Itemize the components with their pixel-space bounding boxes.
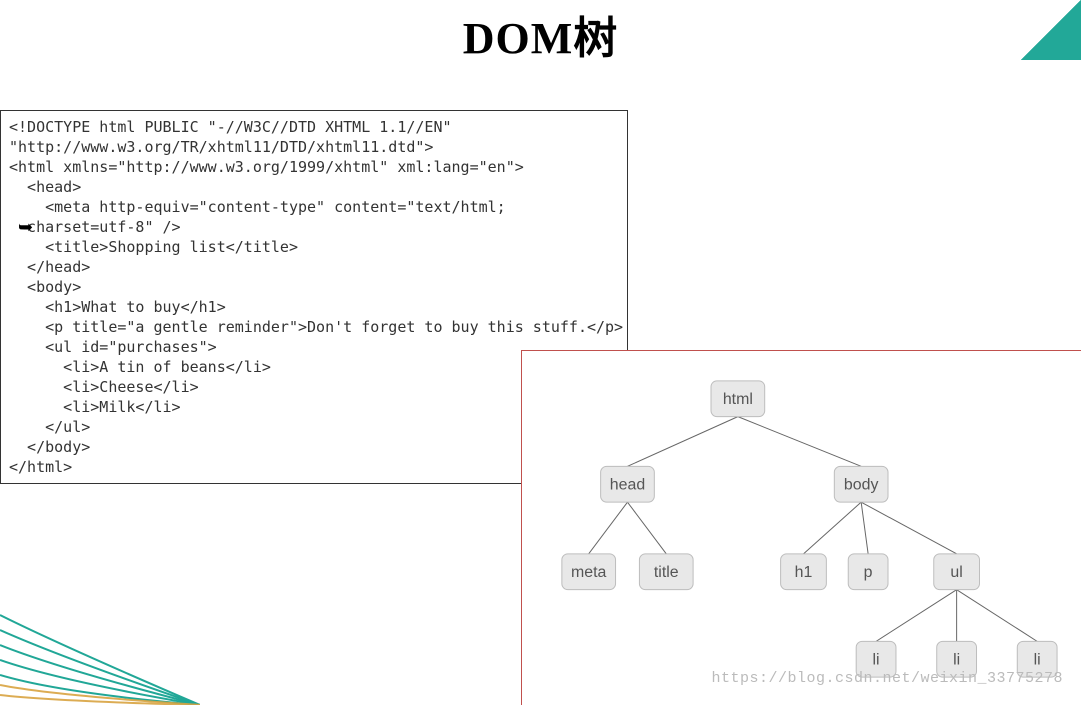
tree-node-meta: meta bbox=[562, 554, 616, 590]
svg-text:meta: meta bbox=[571, 564, 607, 581]
tree-node-html: html bbox=[711, 381, 765, 417]
slide-title-area: DOM树 bbox=[0, 0, 1081, 66]
svg-text:body: body bbox=[844, 476, 879, 493]
decoration-top-right bbox=[1021, 0, 1081, 60]
svg-text:head: head bbox=[610, 476, 645, 493]
tree-node-p: p bbox=[848, 554, 888, 590]
tree-node-body: body bbox=[834, 466, 888, 502]
dom-tree-diagram: html head body meta title h1 p ul li li li bbox=[521, 350, 1081, 705]
svg-text:ul: ul bbox=[950, 564, 962, 581]
svg-text:li: li bbox=[953, 651, 960, 668]
decoration-bottom-left bbox=[0, 585, 200, 705]
tree-node-head: head bbox=[601, 466, 655, 502]
watermark-text: https://blog.csdn.net/weixin_33775278 bbox=[711, 670, 1063, 687]
svg-text:title: title bbox=[654, 564, 679, 581]
pointer-arrow-icon: ➥ bbox=[18, 217, 33, 238]
tree-node-ul: ul bbox=[934, 554, 980, 590]
tree-node-title: title bbox=[639, 554, 693, 590]
svg-text:html: html bbox=[723, 391, 753, 408]
svg-text:p: p bbox=[864, 564, 873, 581]
svg-text:li: li bbox=[873, 651, 880, 668]
dom-tree-svg: html head body meta title h1 p ul li li li bbox=[522, 351, 1081, 705]
tree-node-h1: h1 bbox=[781, 554, 827, 590]
svg-text:h1: h1 bbox=[795, 564, 813, 581]
slide-title: DOM树 bbox=[0, 2, 1081, 66]
svg-text:li: li bbox=[1034, 651, 1041, 668]
